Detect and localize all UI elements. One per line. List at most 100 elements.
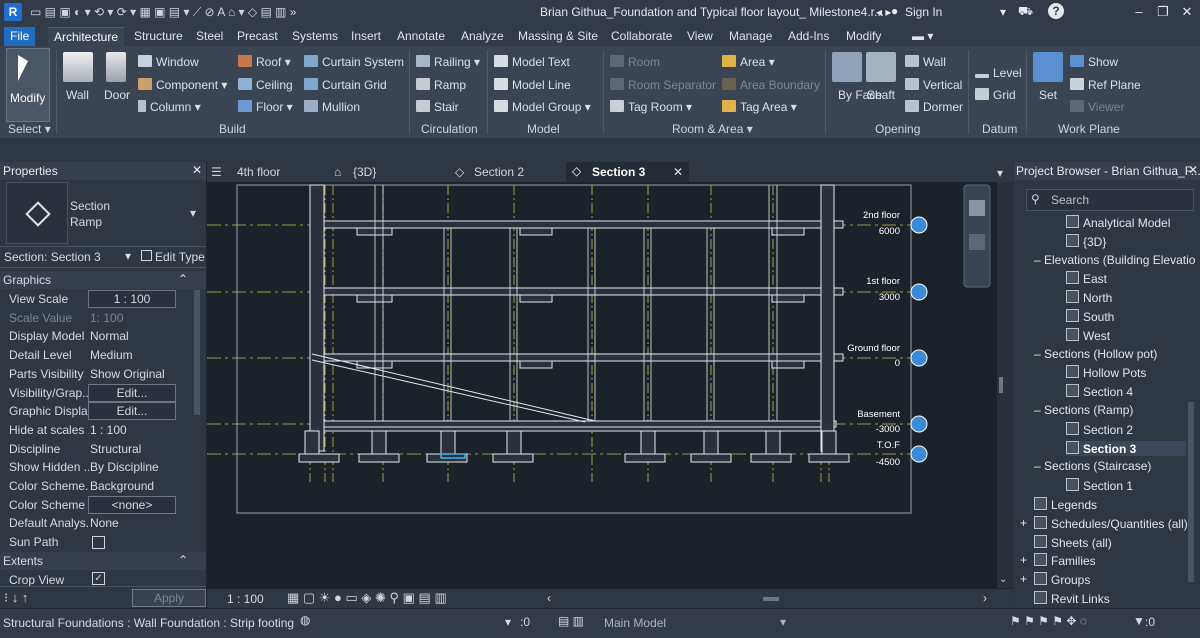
filter-icon[interactable]: ▼ (1133, 614, 1145, 628)
collapse-icon[interactable]: – (1034, 403, 1044, 417)
view-control-icons[interactable]: ▦ ▢ ☀ ● ▭ ◈ ✺ ⚲ ▣ ▤ ▥ (287, 590, 447, 606)
worksets-icon[interactable]: ▤ ▥ (558, 614, 584, 628)
collapse-icon[interactable]: ⌃ (178, 553, 188, 567)
tab-collaborate[interactable]: Collaborate (605, 27, 678, 46)
horizontal-scroll-thumb[interactable] (763, 597, 779, 601)
view-tab-section-3[interactable]: Section 3 (566, 162, 689, 182)
floor-button[interactable]: Floor ▾ (238, 100, 293, 114)
property-value[interactable]: Edit... (88, 402, 176, 421)
tab-structure[interactable]: Structure (128, 27, 189, 46)
room-button[interactable]: Room (610, 55, 660, 69)
collapse-icon[interactable]: – (1034, 253, 1044, 267)
shaft-button[interactable]: Shaft (867, 88, 895, 102)
model-text-button[interactable]: Model Text (494, 55, 570, 69)
browser-item[interactable]: Section 3 (1066, 440, 1186, 456)
tab-insert[interactable]: Insert (345, 27, 387, 46)
restore-button[interactable]: ❐ (1152, 4, 1174, 22)
chevron-arrows-icon[interactable]: ◂ ▸ (876, 5, 891, 19)
expand-icon[interactable]: + (1020, 572, 1027, 586)
tab-modify[interactable]: Modify (840, 27, 887, 46)
door-button[interactable]: Door (104, 88, 130, 102)
browser-item[interactable]: {3D} (1066, 233, 1186, 249)
close-tab-icon[interactable]: ✕ (673, 165, 683, 179)
quick-access-toolbar[interactable]: ▭ ▤ ▣ ◐ ▾ ⟲ ▾ ⟳ ▾ ▦ ▣ ▤ ▾ ⟋ ⊘ A ⌂ ▾ ◇ ▤ … (30, 5, 296, 21)
browser-item[interactable]: Hollow Pots (1066, 365, 1186, 380)
grid-button[interactable]: Grid (975, 88, 1016, 102)
tab-view[interactable]: View (681, 27, 719, 46)
browser-item[interactable]: East (1066, 271, 1186, 286)
cart-icon[interactable]: ⛟ (1018, 4, 1033, 20)
component-button[interactable]: Component ▾ (138, 78, 227, 92)
browser-item[interactable]: Section 1 (1066, 478, 1186, 493)
property-value[interactable]: 1 : 100 (88, 290, 176, 308)
close-icon[interactable]: ✕ (192, 163, 202, 177)
browser-item[interactable]: + Families (1020, 553, 1186, 568)
area-boundary-button[interactable]: Area Boundary (722, 78, 820, 92)
browser-item[interactable]: Analytical Model (1066, 215, 1186, 230)
tab-precast[interactable]: Precast (231, 27, 284, 46)
level-button[interactable]: Level (975, 66, 1022, 80)
panel-toggle-icon[interactable]: ▬ ▾ (906, 27, 939, 46)
ref-plane-button[interactable]: Ref Plane (1070, 78, 1141, 92)
set-work-plane-icon[interactable] (1033, 52, 1063, 82)
browser-item[interactable]: – Sections (Hollow pot) (1034, 347, 1186, 361)
browser-item[interactable]: + Groups (1020, 572, 1186, 587)
apply-button[interactable]: Apply (132, 589, 206, 607)
dormer-button[interactable]: Dormer (905, 100, 963, 114)
door-icon[interactable] (106, 52, 126, 82)
room-area-group-label[interactable]: Room & Area ▾ (672, 122, 753, 136)
model-group-button[interactable]: Model Group ▾ (494, 100, 591, 114)
chevron-down-icon[interactable]: ▾ (997, 166, 1003, 180)
edit-type-button[interactable]: Edit Type (141, 250, 205, 264)
view-tab-section-2[interactable]: Section 2 (448, 162, 584, 182)
browser-item[interactable]: Sheets (all) (1034, 534, 1186, 550)
tab-systems[interactable]: Systems (286, 27, 344, 46)
stair-button[interactable]: Stair (416, 100, 459, 114)
browser-scrollbar[interactable] (1188, 402, 1194, 582)
scroll-right-icon[interactable]: › (983, 591, 987, 605)
tab-add-ins[interactable]: Add-Ins (782, 27, 835, 46)
minimize-button[interactable]: – (1128, 4, 1150, 22)
section-drawing[interactable]: 2nd floor 6000 1st floor 3000 Ground flo… (207, 182, 1013, 588)
zoom-icon[interactable] (969, 234, 985, 250)
show-button[interactable]: Show (1070, 55, 1118, 69)
vertical-opening-button[interactable]: Vertical (905, 78, 962, 92)
type-name[interactable]: Ramp (70, 215, 102, 229)
curtain-grid-button[interactable]: Curtain Grid (304, 78, 387, 92)
collapse-icon[interactable]: – (1034, 347, 1044, 361)
revit-logo[interactable]: R (4, 3, 22, 21)
expand-icon[interactable]: + (1020, 516, 1027, 530)
tag-room-button[interactable]: Tag Room ▾ (610, 100, 692, 114)
drawing-canvas[interactable]: 2nd floor 6000 1st floor 3000 Ground flo… (207, 182, 1013, 588)
instance-selector[interactable]: Section: Section 3 ▾ Edit Type (0, 246, 206, 268)
selection-options-icons[interactable]: ⚑ ⚑ ⚑ ⚑ ✥ ◌ (1010, 614, 1087, 628)
search-box[interactable]: ⚲ Search (1026, 189, 1194, 211)
model-line-button[interactable]: Model Line (494, 78, 571, 92)
column-button[interactable]: Column ▾ (138, 100, 201, 114)
chevron-down-icon[interactable]: ▾ (780, 615, 786, 629)
shaft-icon[interactable] (866, 52, 896, 82)
expand-icon[interactable]: + (1020, 553, 1027, 567)
view-scale[interactable]: 1 : 100 (227, 592, 264, 606)
set-button[interactable]: Set (1039, 88, 1057, 102)
properties-scrollbar[interactable] (194, 290, 200, 415)
type-family[interactable]: Section (70, 199, 110, 213)
ceiling-button[interactable]: Ceiling (238, 78, 293, 92)
area-button[interactable]: Area ▾ (722, 55, 775, 69)
wall-button[interactable]: Wall (66, 88, 89, 102)
steering-wheel-icon[interactable] (969, 200, 985, 216)
search-input[interactable]: Search (1051, 193, 1089, 207)
modify-button[interactable]: Modify (6, 48, 50, 122)
browser-item[interactable]: – Sections (Ramp) (1034, 403, 1186, 417)
browser-item[interactable]: Section 2 (1066, 421, 1186, 437)
tab-massing-site[interactable]: Massing & Site (512, 27, 604, 46)
tag-area-button[interactable]: Tag Area ▾ (722, 100, 797, 114)
chevron-down-icon[interactable]: ▾ (190, 206, 196, 220)
select-group-label[interactable]: Select ▾ (8, 122, 51, 136)
railing-button[interactable]: Railing ▾ (416, 55, 480, 69)
roof-button[interactable]: Roof ▾ (238, 55, 291, 69)
browser-item[interactable]: West (1066, 327, 1186, 343)
window-button[interactable]: Window (138, 55, 199, 69)
browser-item[interactable]: Legends (1034, 497, 1186, 512)
ramp-button[interactable]: Ramp (416, 78, 466, 92)
